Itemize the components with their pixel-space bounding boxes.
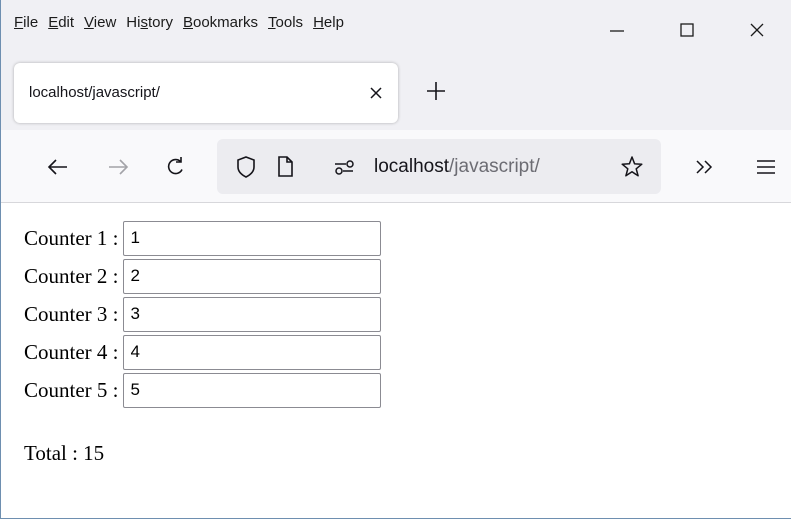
reload-icon[interactable] xyxy=(163,154,189,180)
menu-tools[interactable]: Tools xyxy=(268,12,303,34)
maximize-icon xyxy=(680,23,694,37)
url-text[interactable]: localhost/javascript/ xyxy=(374,139,540,194)
navigation-toolbar: localhost/javascript/ xyxy=(1,130,791,203)
counter-row-2: Counter 2 : xyxy=(24,257,381,295)
tab-strip: localhost/javascript/ xyxy=(1,60,791,130)
counter-1-input[interactable] xyxy=(122,220,381,256)
counter-2-input[interactable] xyxy=(122,258,381,294)
overflow-chevron-icon[interactable] xyxy=(692,154,718,180)
menu-history[interactable]: History xyxy=(126,12,173,34)
counter-row-1: Counter 1 : xyxy=(24,219,381,257)
menu-view[interactable]: View xyxy=(84,12,116,34)
menu-edit[interactable]: Edit xyxy=(48,12,74,34)
counter-5-label: Counter 5 : xyxy=(24,377,119,402)
counter-5-input[interactable] xyxy=(122,372,381,408)
counter-4-input[interactable] xyxy=(122,334,381,370)
tab-close-icon[interactable] xyxy=(367,84,385,102)
minimize-button[interactable] xyxy=(582,0,652,60)
counter-row-3: Counter 3 : xyxy=(24,295,381,333)
close-window-button[interactable] xyxy=(722,0,791,60)
window-controls xyxy=(582,0,791,60)
menu-bar: File Edit View History Bookmarks Tools H… xyxy=(14,12,354,34)
tab-title: localhost/javascript/ xyxy=(29,84,160,101)
title-bar: File Edit View History Bookmarks Tools H… xyxy=(1,0,791,60)
hamburger-menu-icon[interactable] xyxy=(753,154,779,180)
menu-file[interactable]: File xyxy=(14,12,38,34)
total-text: Total : 15 xyxy=(24,441,105,465)
counter-1-label: Counter 1 : xyxy=(24,225,119,250)
counter-4-label: Counter 4 : xyxy=(24,339,119,364)
maximize-button[interactable] xyxy=(652,0,722,60)
counter-row-4: Counter 4 : xyxy=(24,333,381,371)
browser-window: File Edit View History Bookmarks Tools H… xyxy=(0,0,791,519)
minimize-icon xyxy=(610,30,624,32)
bookmark-star-icon[interactable] xyxy=(619,154,645,180)
back-arrow-icon[interactable] xyxy=(45,154,71,180)
permissions-icon[interactable] xyxy=(331,154,357,180)
counter-2-label: Counter 2 : xyxy=(24,263,119,288)
new-tab-icon[interactable] xyxy=(423,78,449,104)
close-icon xyxy=(750,23,764,37)
tab-localhost[interactable]: localhost/javascript/ xyxy=(14,63,398,123)
page-content: Counter 1 : Counter 2 : Counter 3 : Coun… xyxy=(1,204,790,518)
counter-row-5: Counter 5 : xyxy=(24,371,381,409)
url-bar[interactable]: localhost/javascript/ xyxy=(217,139,661,194)
forward-arrow-icon[interactable] xyxy=(105,154,131,180)
page-icon[interactable] xyxy=(272,154,298,180)
menu-bookmarks[interactable]: Bookmarks xyxy=(183,12,258,34)
counter-3-label: Counter 3 : xyxy=(24,301,119,326)
counter-3-input[interactable] xyxy=(122,296,381,332)
menu-help[interactable]: Help xyxy=(313,12,344,34)
shield-icon[interactable] xyxy=(233,154,259,180)
